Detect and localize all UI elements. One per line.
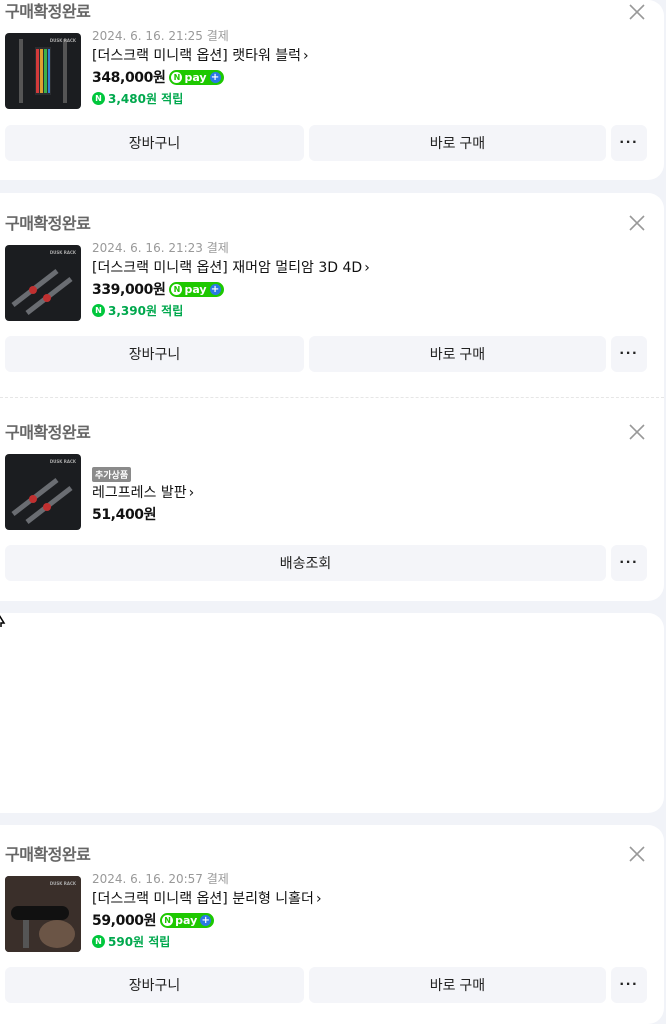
npay-label: pay xyxy=(184,282,207,296)
product-name: 레그프레스 발판 xyxy=(92,485,187,501)
add-to-cart-button[interactable]: 장바구니 xyxy=(5,967,304,1003)
chevron-right-icon: › xyxy=(188,485,195,501)
leg-press-plate-image xyxy=(11,478,73,524)
points-earned: 3,480원 적립 xyxy=(108,92,184,106)
product-thumbnail[interactable]: DUSK RACK xyxy=(5,33,81,109)
order-card-3: 구매확정완료 DUSK RACK 2024. 6. 16. 20:57 결제 [… xyxy=(0,825,664,1024)
naver-point-icon: N xyxy=(92,304,105,317)
track-delivery-button[interactable]: 배송조회 xyxy=(5,545,606,581)
more-icon[interactable]: ··· xyxy=(611,336,647,372)
npay-label: pay xyxy=(175,913,198,927)
close-icon[interactable] xyxy=(628,423,646,441)
naver-point-icon: N xyxy=(92,935,105,948)
empty-card xyxy=(0,613,664,813)
buy-now-button[interactable]: 바로 구매 xyxy=(309,125,606,161)
order-date: 2024. 6. 16. 21:23 결제 xyxy=(92,241,229,255)
product-thumbnail[interactable]: DUSK RACK xyxy=(5,454,81,530)
knee-holder-image xyxy=(5,876,81,952)
multi-arm-image xyxy=(11,269,73,315)
product-name-link[interactable]: [더스크랙 미니랙 옵션] 분리형 니홀더 › xyxy=(92,890,322,908)
npay-badge: Npay + xyxy=(169,69,224,85)
naver-n-icon: N xyxy=(162,914,174,926)
product-thumbnail[interactable]: DUSK RACK xyxy=(5,245,81,321)
thumb-brand: DUSK RACK xyxy=(49,38,76,43)
product-price: 339,000원 xyxy=(92,282,166,298)
plus-icon: + xyxy=(200,914,212,926)
product-name: [더스크랙 미니랙 옵션] 재머암 멀티암 3D 4D xyxy=(92,260,363,276)
more-icon[interactable]: ··· xyxy=(611,967,647,1003)
naver-point-icon: N xyxy=(92,92,105,105)
buy-now-button[interactable]: 바로 구매 xyxy=(309,967,606,1003)
plus-icon: + xyxy=(209,71,221,83)
product-name-link[interactable]: [더스크랙 미니랙 옵션] 재머암 멀티암 3D 4D › xyxy=(92,259,370,277)
thumb-brand: DUSK RACK xyxy=(49,459,76,464)
close-icon[interactable] xyxy=(628,3,646,21)
product-name: [더스크랙 미니랙 옵션] 랫타워 블럭 xyxy=(92,48,302,64)
chevron-right-icon: › xyxy=(303,48,309,64)
product-price: 59,000원 xyxy=(92,913,157,929)
product-name-link[interactable]: 레그프레스 발판 › xyxy=(92,484,194,502)
order-date: 2024. 6. 16. 20:57 결제 xyxy=(92,872,229,886)
order-status: 구매확정완료 xyxy=(5,845,91,864)
product-name-link[interactable]: [더스크랙 미니랙 옵션] 랫타워 블럭 › xyxy=(92,47,309,65)
naver-n-icon: N xyxy=(171,283,183,295)
naver-n-icon: N xyxy=(171,71,183,83)
chevron-right-icon: › xyxy=(315,891,322,907)
product-price: 348,000원 xyxy=(92,70,166,86)
additional-item-badge: 추가상품 xyxy=(92,467,132,482)
npay-label: pay xyxy=(184,70,207,84)
product-name: [더스크랙 미니랙 옵션] 분리형 니홀더 xyxy=(92,891,314,907)
order-date: 2024. 6. 16. 21:25 결제 xyxy=(92,29,229,43)
cursor-icon xyxy=(0,615,6,627)
thumb-brand: DUSK RACK xyxy=(49,881,76,886)
add-to-cart-button[interactable]: 장바구니 xyxy=(5,336,304,372)
product-thumbnail[interactable]: DUSK RACK xyxy=(5,876,81,952)
chevron-right-icon: › xyxy=(364,260,370,276)
more-icon[interactable]: ··· xyxy=(611,125,647,161)
order-status: 구매확정완료 xyxy=(5,2,91,21)
order-status: 구매확정완료 xyxy=(5,214,91,233)
npay-badge: Npay + xyxy=(169,281,224,297)
thumb-brand: DUSK RACK xyxy=(49,250,76,255)
close-icon[interactable] xyxy=(628,214,646,232)
points-earned: 3,390원 적립 xyxy=(108,304,184,318)
points-earned: 590원 적립 xyxy=(108,935,171,949)
rack-tower-image xyxy=(19,39,67,103)
close-icon[interactable] xyxy=(628,845,646,863)
order-status: 구매확정완료 xyxy=(5,423,91,442)
more-icon[interactable]: ··· xyxy=(611,545,647,581)
npay-badge: Npay + xyxy=(160,912,215,928)
order-card-2: 구매확정완료 DUSK RACK 2024. 6. 16. 21:23 결제 [… xyxy=(0,193,664,601)
item-divider xyxy=(0,397,664,399)
plus-icon: + xyxy=(209,283,221,295)
product-price: 51,400원 xyxy=(92,507,157,523)
order-card-1: 구매확정완료 DUSK RACK 2024. 6. 16. 21:25 결제 [… xyxy=(0,0,664,180)
add-to-cart-button[interactable]: 장바구니 xyxy=(5,125,304,161)
buy-now-button[interactable]: 바로 구매 xyxy=(309,336,606,372)
